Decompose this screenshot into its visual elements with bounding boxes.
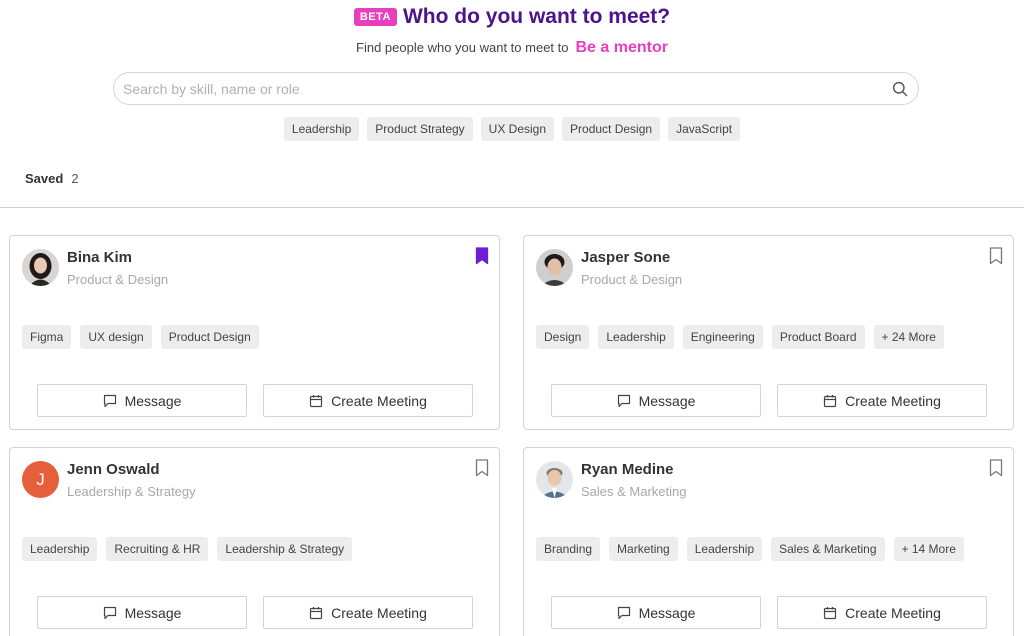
person-name: Ryan Medine xyxy=(581,461,674,478)
avatar: J xyxy=(22,461,59,498)
message-label: Message xyxy=(638,392,696,409)
chat-bubble-icon xyxy=(103,394,116,407)
bookmark-icon[interactable] xyxy=(475,247,489,265)
search-input[interactable] xyxy=(123,79,883,99)
be-a-mentor-link[interactable]: Be a mentor xyxy=(576,39,668,57)
filter-chip-product-strategy[interactable]: Product Strategy xyxy=(367,117,473,141)
chat-bubble-icon xyxy=(617,394,630,407)
page-title: Who do you want to meet? xyxy=(402,5,671,28)
filter-chip-leadership[interactable]: Leadership xyxy=(283,117,360,141)
chat-bubble-icon xyxy=(617,606,630,619)
create-meeting-label: Create Meeting xyxy=(331,392,427,409)
more-skills-tag[interactable]: + 24 More xyxy=(873,325,944,349)
bookmark-icon[interactable] xyxy=(989,247,1003,265)
create-meeting-label: Create Meeting xyxy=(845,392,941,409)
person-name: Bina Kim xyxy=(67,249,133,266)
bookmark-icon[interactable] xyxy=(475,459,489,477)
search-icon[interactable] xyxy=(892,81,908,97)
avatar xyxy=(536,461,573,498)
saved-label: Saved xyxy=(25,171,64,186)
skill-tag: Sales & Marketing xyxy=(771,537,885,561)
message-button[interactable]: Message xyxy=(551,384,761,417)
filter-chips: Leadership Product Strategy UX Design Pr… xyxy=(0,117,1024,141)
person-card-bina-kim: Bina Kim Product & Design Figma UX desig… xyxy=(9,235,500,430)
message-button[interactable]: Message xyxy=(37,596,247,629)
skill-tags: Design Leadership Engineering Product Bo… xyxy=(536,325,944,349)
skill-tag: Leadership xyxy=(598,325,674,349)
skill-tag: Engineering xyxy=(682,325,763,349)
create-meeting-button[interactable]: Create Meeting xyxy=(777,596,987,629)
chat-bubble-icon xyxy=(103,606,116,619)
skill-tags: Figma UX design Product Design xyxy=(22,325,259,349)
skill-tag: Leadership & Strategy xyxy=(217,537,353,561)
person-role: Leadership & Strategy xyxy=(67,484,196,499)
person-role: Product & Design xyxy=(67,272,169,287)
skill-tag: Recruiting & HR xyxy=(106,537,209,561)
person-role: Sales & Marketing xyxy=(581,484,687,499)
person-card-jenn-oswald: J Jenn Oswald Leadership & Strategy Lead… xyxy=(9,447,500,636)
filter-chip-ux-design[interactable]: UX Design xyxy=(480,117,555,141)
skill-tag: Product Design xyxy=(160,325,259,349)
message-button[interactable]: Message xyxy=(551,596,761,629)
beta-badge: BETA xyxy=(353,8,397,26)
filter-chip-javascript[interactable]: JavaScript xyxy=(668,117,741,141)
skill-tags: Branding Marketing Leadership Sales & Ma… xyxy=(536,537,964,561)
person-card-jasper-sone: Jasper Sone Product & Design Design Lead… xyxy=(523,235,1014,430)
calendar-icon xyxy=(310,394,323,407)
page-subtitle: Find people who you want to meet to xyxy=(356,40,569,55)
skill-tag: Figma xyxy=(22,325,72,349)
filter-chip-product-design[interactable]: Product Design xyxy=(562,117,661,141)
calendar-icon xyxy=(824,606,837,619)
create-meeting-button[interactable]: Create Meeting xyxy=(777,384,987,417)
person-name: Jenn Oswald xyxy=(67,461,160,478)
person-role: Product & Design xyxy=(581,272,683,287)
saved-count: 2 xyxy=(71,171,79,186)
saved-tab[interactable]: Saved 2 xyxy=(25,171,79,186)
create-meeting-button[interactable]: Create Meeting xyxy=(263,596,473,629)
person-name: Jasper Sone xyxy=(581,249,671,266)
divider xyxy=(0,207,1024,208)
create-meeting-label: Create Meeting xyxy=(845,604,941,621)
message-label: Message xyxy=(638,604,696,621)
skill-tags: Leadership Recruiting & HR Leadership & … xyxy=(22,537,353,561)
skill-tag: Leadership xyxy=(686,537,763,561)
avatar xyxy=(22,249,59,286)
skill-tag: Product Board xyxy=(771,325,865,349)
message-label: Message xyxy=(124,604,182,621)
more-skills-tag[interactable]: + 14 More xyxy=(893,537,964,561)
skill-tag: UX design xyxy=(80,325,152,349)
subtitle-row: Find people who you want to meet to Be a… xyxy=(0,39,1024,57)
message-label: Message xyxy=(124,392,182,409)
bookmark-icon[interactable] xyxy=(989,459,1003,477)
calendar-icon xyxy=(824,394,837,407)
message-button[interactable]: Message xyxy=(37,384,247,417)
skill-tag: Design xyxy=(536,325,590,349)
avatar xyxy=(536,249,573,286)
title-row: BETA Who do you want to meet? xyxy=(0,5,1024,29)
create-meeting-button[interactable]: Create Meeting xyxy=(263,384,473,417)
search-bar xyxy=(113,72,919,105)
create-meeting-label: Create Meeting xyxy=(331,604,427,621)
skill-tag: Leadership xyxy=(22,537,98,561)
skill-tag: Branding xyxy=(536,537,601,561)
skill-tag: Marketing xyxy=(609,537,678,561)
calendar-icon xyxy=(310,606,323,619)
person-card-ryan-medine: Ryan Medine Sales & Marketing Branding M… xyxy=(523,447,1014,636)
